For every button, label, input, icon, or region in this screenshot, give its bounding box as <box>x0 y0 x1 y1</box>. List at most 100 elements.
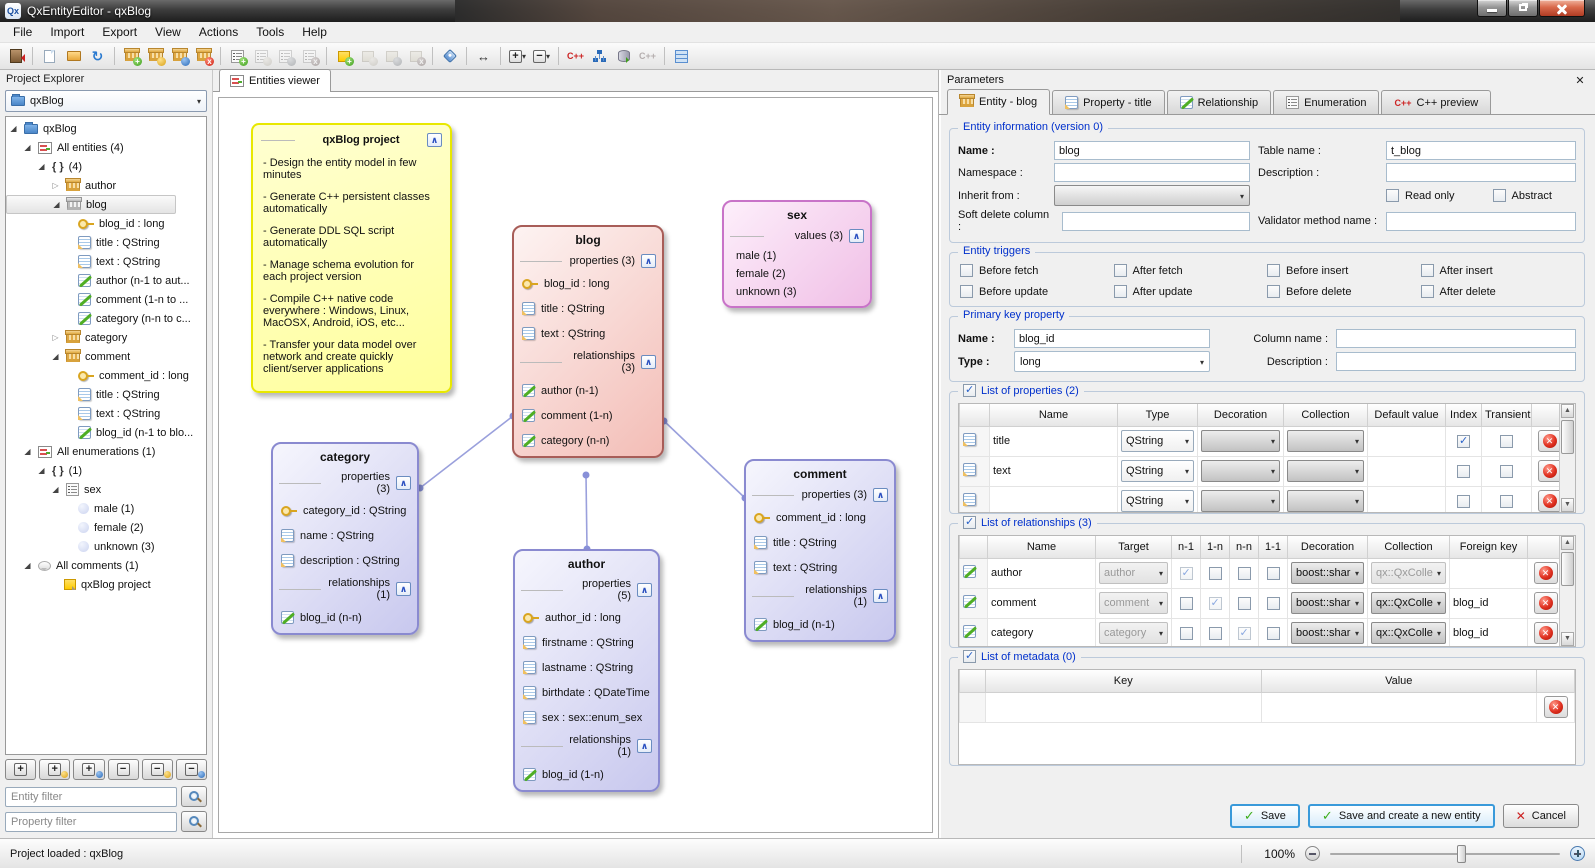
pk-type-dropdown[interactable]: long <box>1014 351 1210 372</box>
col-header-n1[interactable]: n-1 <box>1172 536 1201 558</box>
save-button[interactable]: Save <box>1230 804 1300 828</box>
n-n-checkbox[interactable] <box>1238 567 1251 580</box>
tab-relationship[interactable]: Relationship <box>1167 90 1272 114</box>
expand-all-button[interactable]: + <box>506 45 529 67</box>
default-value-cell[interactable] <box>1368 456 1446 486</box>
menu-help[interactable]: Help <box>293 23 336 41</box>
metadata-key-cell[interactable] <box>986 692 1262 722</box>
soft-delete-field[interactable] <box>1062 212 1250 231</box>
tree-item-comment-title[interactable]: title : QString <box>6 385 206 404</box>
copy-entity-button[interactable] <box>168 45 191 67</box>
export-database-button[interactable] <box>612 45 635 67</box>
foreign-key-cell[interactable]: blog_id <box>1450 618 1528 647</box>
tab-property-title[interactable]: Property - title <box>1052 90 1164 114</box>
col-header-value[interactable]: Value <box>1261 670 1537 692</box>
before-delete-checkbox[interactable] <box>1267 285 1280 298</box>
property-name-cell[interactable] <box>990 486 1118 513</box>
type-dropdown[interactable]: QString <box>1121 430 1194 452</box>
menu-actions[interactable]: Actions <box>190 23 247 41</box>
col-header-name[interactable]: Name <box>990 404 1118 426</box>
tree-item-category[interactable]: category <box>6 328 206 347</box>
collection-dropdown[interactable]: qx::QxColle <box>1371 622 1446 644</box>
col-header-1n[interactable]: 1-n <box>1201 536 1230 558</box>
entity-box-category[interactable]: category properties (3) category_id : QS… <box>271 442 419 635</box>
target-dropdown[interactable]: author <box>1099 562 1168 584</box>
copy-property-button[interactable] <box>274 45 297 67</box>
entity-box-blog[interactable]: blog properties (3) blog_id : long title… <box>512 225 664 458</box>
tree-item-rel-comment[interactable]: comment (1-n to ... <box>6 290 206 309</box>
zoom-slider[interactable] <box>1330 845 1560 863</box>
collection-dropdown[interactable]: qx::QxColle <box>1371 592 1446 614</box>
decoration-dropdown[interactable]: boost::shar <box>1291 622 1364 644</box>
minimize-button[interactable] <box>1477 0 1507 17</box>
tab-cpp-preview[interactable]: C++ preview <box>1381 90 1491 114</box>
delete-relationship-button[interactable] <box>1534 622 1558 644</box>
tree-item-all-enumerations[interactable]: All enumerations (1) <box>6 442 206 461</box>
tab-entities-viewer[interactable]: Entities viewer <box>219 69 331 92</box>
description-field[interactable] <box>1386 163 1576 182</box>
pk-description-field[interactable] <box>1336 352 1576 371</box>
after-fetch-checkbox[interactable] <box>1114 264 1127 277</box>
before-fetch-checkbox[interactable] <box>960 264 973 277</box>
refresh-button[interactable] <box>86 45 109 67</box>
col-header-decoration[interactable]: Decoration <box>1288 536 1368 558</box>
metadata-group-checkbox[interactable] <box>963 650 976 663</box>
menu-view[interactable]: View <box>146 23 190 41</box>
abstract-checkbox[interactable] <box>1493 189 1506 202</box>
copy-relationship-button[interactable] <box>380 45 403 67</box>
delete-property-button[interactable] <box>1538 460 1562 482</box>
relationship-name-cell[interactable]: category <box>988 618 1096 647</box>
tree-item-all-comments[interactable]: All comments (1) <box>6 556 206 575</box>
property-filter-search-button[interactable] <box>181 811 207 832</box>
transient-checkbox[interactable] <box>1500 495 1513 508</box>
collapse-button[interactable] <box>873 488 888 502</box>
relationships-scrollbar[interactable]: ▲▼ <box>1559 536 1575 646</box>
expand-all-button[interactable]: + <box>5 759 36 780</box>
zoom-out-button[interactable] <box>1305 846 1320 861</box>
tree-item-text[interactable]: text : QString <box>6 252 206 271</box>
foreign-key-cell[interactable] <box>1450 558 1528 588</box>
after-update-checkbox[interactable] <box>1114 285 1127 298</box>
n-n-checkbox[interactable] <box>1238 597 1251 610</box>
fit-width-button[interactable] <box>472 45 495 67</box>
delete-relationship-button[interactable] <box>1534 562 1558 584</box>
tree-item-enum-namespace[interactable]: { }(1) <box>6 461 206 480</box>
tree-item-blog[interactable]: blog <box>6 195 176 214</box>
n-1-checkbox[interactable] <box>1180 597 1193 610</box>
col-header-name[interactable]: Name <box>988 536 1096 558</box>
transient-checkbox[interactable] <box>1500 435 1513 448</box>
collection-dropdown[interactable] <box>1287 490 1364 512</box>
note-box-qxblog-project[interactable]: qxBlog project - Design the entity model… <box>251 123 452 393</box>
1-1-checkbox[interactable] <box>1267 627 1280 640</box>
1-n-checkbox[interactable] <box>1209 597 1222 610</box>
tree-item-rel-author[interactable]: author (n-1 to aut... <box>6 271 206 290</box>
index-checkbox[interactable] <box>1457 465 1470 478</box>
n-n-checkbox[interactable] <box>1238 627 1251 640</box>
tree-item-male[interactable]: male (1) <box>6 499 206 518</box>
properties-group-checkbox[interactable] <box>963 384 976 397</box>
col-header-nn[interactable]: n-n <box>1230 536 1259 558</box>
enum-box-sex[interactable]: sex values (3) male (1) female (2) unkno… <box>722 200 872 308</box>
before-update-checkbox[interactable] <box>960 285 973 298</box>
type-dropdown[interactable]: QString <box>1121 490 1194 512</box>
project-selector-combo[interactable]: qxBlog <box>5 90 207 112</box>
tree-item-unknown[interactable]: unknown (3) <box>6 537 206 556</box>
collapse-properties-button[interactable]: − <box>176 759 207 780</box>
tree-item-rel-category[interactable]: category (n-n to c... <box>6 309 206 328</box>
read-only-checkbox[interactable] <box>1386 189 1399 202</box>
col-header-key[interactable]: Key <box>986 670 1262 692</box>
menu-tools[interactable]: Tools <box>247 23 293 41</box>
relationship-name-cell[interactable]: comment <box>988 588 1096 618</box>
1-1-checkbox[interactable] <box>1267 597 1280 610</box>
col-header-decoration[interactable]: Decoration <box>1198 404 1284 426</box>
pk-column-field[interactable] <box>1336 329 1576 348</box>
collapse-button[interactable] <box>637 739 652 753</box>
title-bar[interactable]: Qx QxEntityEditor - qxBlog <box>0 0 1595 22</box>
collapse-entities-button[interactable]: − <box>142 759 173 780</box>
type-dropdown[interactable]: QString <box>1121 460 1194 482</box>
tree-item-qxblog[interactable]: qxBlog <box>6 119 206 138</box>
restore-button[interactable] <box>1508 0 1538 17</box>
decoration-dropdown[interactable] <box>1201 430 1280 452</box>
collection-dropdown[interactable] <box>1287 460 1364 482</box>
open-project-button[interactable] <box>62 45 85 67</box>
